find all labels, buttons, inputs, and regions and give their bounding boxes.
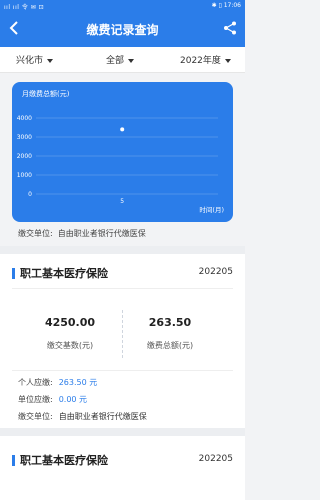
section-divider bbox=[0, 246, 245, 254]
page-title: 缴费记录查询 bbox=[86, 23, 159, 37]
record-title: 职工基本医疗保险 bbox=[12, 265, 108, 281]
personal-row: 个人应缴: 263.50 元 bbox=[18, 377, 97, 388]
org-label: 缴交单位: bbox=[18, 412, 53, 421]
y-tick-label: 4000 bbox=[17, 115, 32, 122]
accent-bar bbox=[12, 454, 15, 466]
nav-bar: 缴费记录查询 bbox=[0, 11, 245, 47]
total-stat: 263.50 缴费总额(元) bbox=[120, 316, 220, 351]
share-icon[interactable] bbox=[223, 21, 237, 35]
year-filter[interactable]: 2022年度 bbox=[180, 53, 231, 66]
chevron-down-icon bbox=[128, 58, 135, 63]
city-filter-label: 兴化市 bbox=[16, 56, 44, 66]
payment-chart: 月缴费总额(元) 0 1000 2000 3000 4000 5 时间(月) bbox=[12, 82, 233, 222]
x-axis-label: 时间(月) bbox=[199, 205, 224, 214]
filter-bar: 兴化市 全部 2022年度 bbox=[0, 47, 245, 73]
signal-icons: ııl ııl 令 ✉ ⊡ bbox=[4, 4, 45, 11]
city-filter[interactable]: 兴化市 bbox=[16, 53, 54, 66]
chevron-down-icon bbox=[47, 58, 54, 63]
record-card bbox=[0, 436, 245, 500]
x-tick-label: 5 bbox=[120, 198, 124, 205]
divider bbox=[12, 370, 233, 371]
year-filter-label: 2022年度 bbox=[180, 56, 221, 66]
personal-label: 个人应缴: bbox=[18, 378, 53, 387]
chart-unit-value: 自由职业者银行代缴医保 bbox=[57, 229, 146, 238]
y-tick-label: 2000 bbox=[17, 153, 32, 160]
divider bbox=[12, 288, 233, 289]
chart-unit-line: 缴交单位: 自由职业者银行代缴医保 bbox=[18, 228, 146, 239]
record-period: 202205 bbox=[198, 454, 233, 464]
unit-label: 单位应缴: bbox=[18, 395, 53, 404]
record-period: 202205 bbox=[198, 267, 233, 277]
data-point bbox=[120, 127, 125, 132]
org-value: 自由职业者银行代缴医保 bbox=[58, 412, 147, 421]
total-label: 缴费总额(元) bbox=[146, 341, 194, 350]
section-divider bbox=[0, 428, 245, 436]
base-value: 4250.00 bbox=[44, 316, 96, 329]
total-value: 263.50 bbox=[148, 316, 192, 329]
base-label: 缴交基数(元) bbox=[46, 341, 94, 350]
chevron-down-icon bbox=[224, 58, 231, 63]
record-title: 职工基本医疗保险 bbox=[12, 452, 108, 468]
chart-unit-label: 缴交单位: bbox=[18, 229, 53, 238]
chart-svg: 月缴费总额(元) 0 1000 2000 3000 4000 5 时间(月) bbox=[17, 89, 224, 214]
status-bar: ııl ııl 令 ✉ ⊡ ✱ ▯ 17:06 bbox=[0, 0, 245, 11]
accent-bar bbox=[12, 267, 15, 279]
personal-value: 263.50 元 bbox=[58, 378, 98, 387]
y-tick-label: 3000 bbox=[17, 134, 32, 141]
unit-row: 单位应缴: 0.00 元 bbox=[18, 394, 87, 405]
y-tick-label: 1000 bbox=[17, 172, 32, 179]
y-tick-label: 0 bbox=[28, 191, 32, 198]
org-row: 缴交单位: 自由职业者银行代缴医保 bbox=[18, 411, 147, 422]
base-stat: 4250.00 缴交基数(元) bbox=[20, 316, 120, 351]
type-filter[interactable]: 全部 bbox=[106, 53, 135, 66]
record-title-text: 职工基本医疗保险 bbox=[20, 267, 108, 280]
unit-value: 0.00 元 bbox=[58, 395, 88, 404]
type-filter-label: 全部 bbox=[106, 56, 125, 66]
status-right: ✱ ▯ 17:06 bbox=[211, 2, 241, 9]
chart-subtitle: 月缴费总额(元) bbox=[22, 89, 70, 98]
record-title-text: 职工基本医疗保险 bbox=[20, 454, 108, 467]
